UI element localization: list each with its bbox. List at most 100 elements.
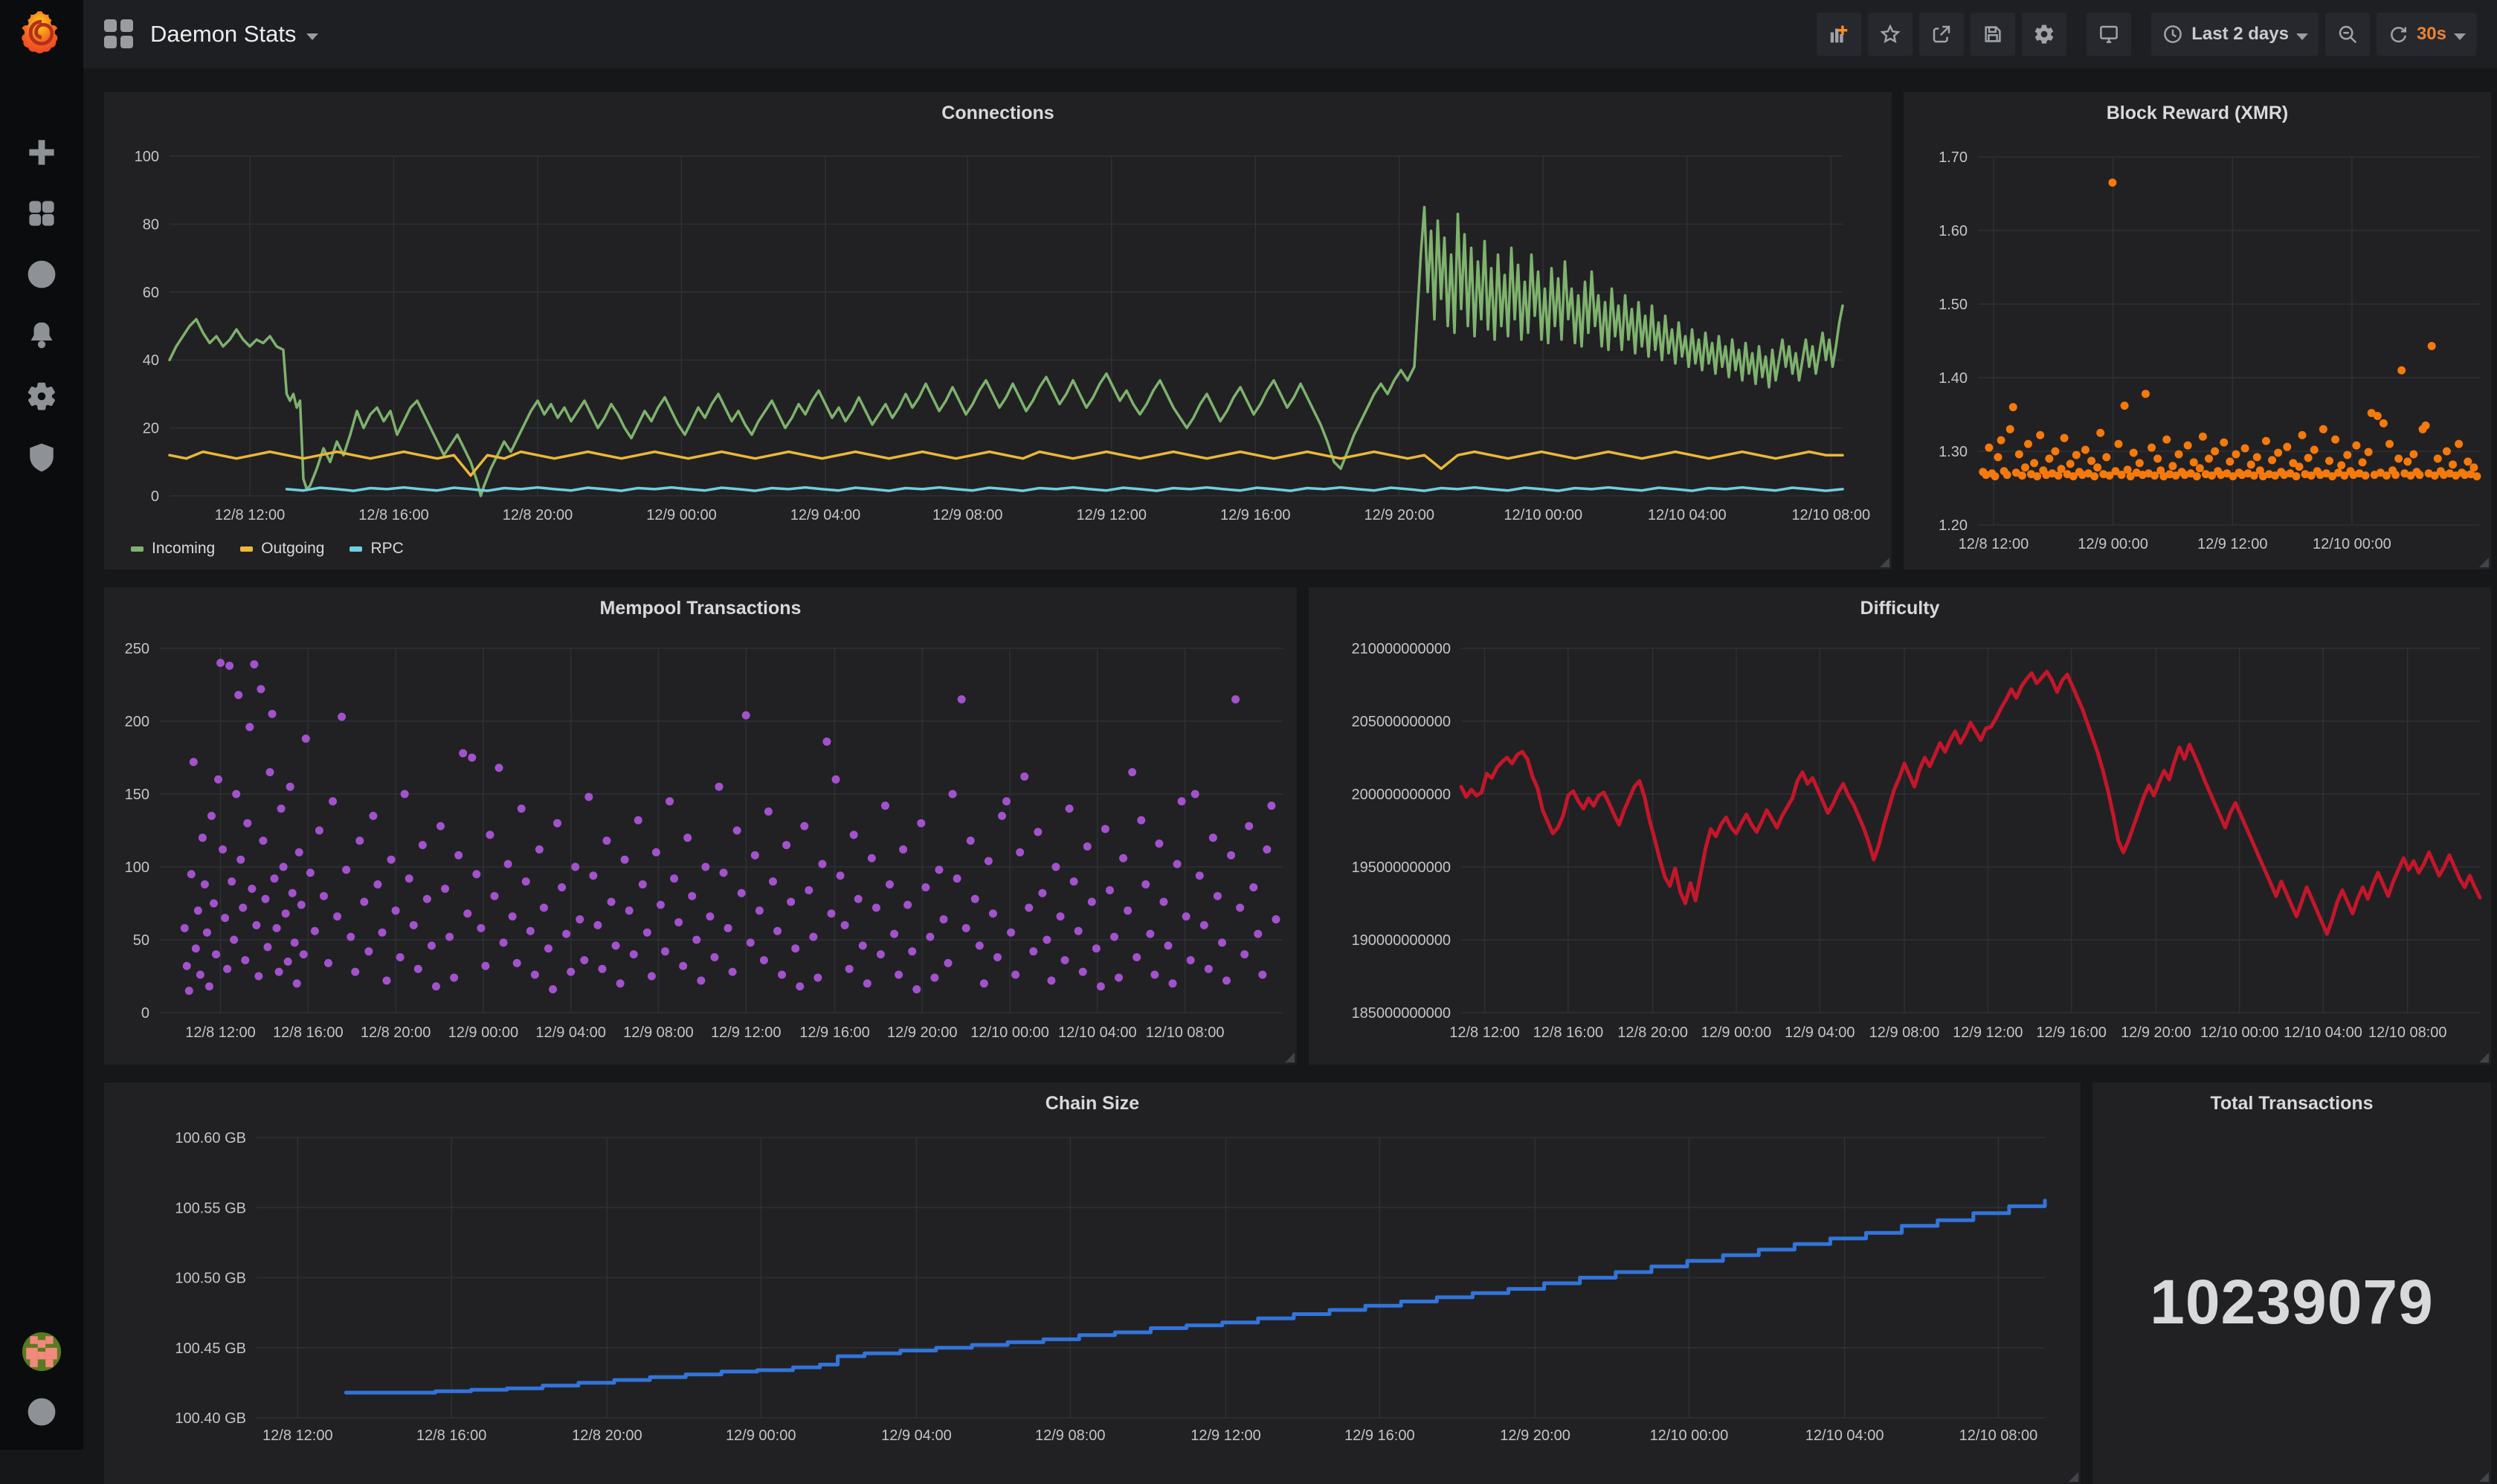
svg-text:12/9 08:00: 12/9 08:00: [1869, 1025, 1940, 1041]
svg-text:80: 80: [143, 216, 159, 233]
chevron-down-icon: [306, 33, 318, 40]
panel-title[interactable]: Block Reward (XMR): [1904, 103, 2491, 124]
legend-item-outgoing[interactable]: Outgoing: [240, 540, 324, 558]
svg-text:12/8 12:00: 12/8 12:00: [215, 507, 286, 523]
panel-title[interactable]: Chain Size: [104, 1093, 2081, 1114]
save-button[interactable]: [1971, 13, 2015, 56]
sidebar: ?: [0, 0, 83, 1450]
svg-text:12/10 04:00: 12/10 04:00: [1648, 507, 1727, 523]
panel-title[interactable]: Connections: [104, 103, 1892, 124]
legend-item-incoming[interactable]: Incoming: [131, 540, 215, 558]
svg-text:12/8 20:00: 12/8 20:00: [503, 507, 573, 523]
panel-title[interactable]: Difficulty: [1309, 598, 2491, 619]
add-panel-button[interactable]: [1817, 13, 1861, 56]
avatar[interactable]: [22, 1332, 61, 1371]
svg-text:12/8 12:00: 12/8 12:00: [185, 1025, 256, 1041]
zoom-out-button[interactable]: [2325, 13, 2370, 56]
legend-item-rpc[interactable]: RPC: [349, 540, 403, 558]
svg-text:12/8 20:00: 12/8 20:00: [572, 1427, 642, 1444]
svg-text:12/10 08:00: 12/10 08:00: [2368, 1025, 2447, 1041]
share-button[interactable]: [1919, 13, 1964, 56]
svg-text:12/10 00:00: 12/10 00:00: [970, 1025, 1049, 1041]
svg-text:12/9 20:00: 12/9 20:00: [1364, 507, 1434, 523]
svg-text:12/10 04:00: 12/10 04:00: [2284, 1025, 2362, 1041]
svg-text:12/9 12:00: 12/9 12:00: [1953, 1025, 2023, 1041]
connections-legend: Incoming Outgoing RPC: [131, 540, 404, 558]
svg-text:195000000000: 195000000000: [1352, 859, 1451, 876]
svg-text:210000000000: 210000000000: [1352, 641, 1451, 657]
star-button[interactable]: [1868, 13, 1913, 56]
svg-text:12/9 16:00: 12/9 16:00: [799, 1025, 870, 1041]
top-nav: Daemon Stats Last 2 days: [83, 0, 2497, 68]
svg-text:12/9 04:00: 12/9 04:00: [535, 1025, 606, 1041]
time-range-label: Last 2 days: [2191, 24, 2289, 45]
svg-text:1.70: 1.70: [1939, 149, 1968, 166]
svg-text:150: 150: [125, 787, 149, 803]
time-range-picker[interactable]: Last 2 days: [2151, 13, 2319, 56]
difficulty-chart[interactable]: 12/8 12:0012/8 16:0012/8 20:0012/9 00:00…: [1309, 587, 2491, 1065]
cycle-view-mode-button[interactable]: [2087, 13, 2131, 56]
svg-text:100: 100: [135, 149, 159, 165]
sidebar-menu: [0, 135, 83, 474]
chevron-down-icon: [2296, 33, 2308, 40]
svg-text:12/10 08:00: 12/10 08:00: [1146, 1025, 1225, 1041]
dashboard-settings-button[interactable]: [2022, 13, 2066, 56]
svg-text:12/8 12:00: 12/8 12:00: [1449, 1025, 1520, 1041]
dashboards-icon[interactable]: [25, 196, 59, 230]
svg-text:12/9 04:00: 12/9 04:00: [1785, 1025, 1855, 1041]
svg-text:12/10 00:00: 12/10 00:00: [2313, 536, 2391, 552]
svg-text:0: 0: [141, 1005, 149, 1022]
svg-text:100: 100: [125, 859, 149, 876]
block-reward-chart[interactable]: 12/8 12:0012/9 00:0012/9 12:0012/10 00:0…: [1904, 92, 2491, 570]
refresh-interval-label: 30s: [2417, 24, 2446, 45]
server-admin-shield-icon[interactable]: [25, 440, 59, 474]
svg-text:20: 20: [143, 421, 159, 437]
chevron-down-icon: [2454, 33, 2466, 40]
svg-text:0: 0: [151, 488, 159, 505]
create-icon[interactable]: [25, 135, 59, 170]
svg-text:1.60: 1.60: [1939, 223, 1968, 239]
svg-text:12/8 12:00: 12/8 12:00: [262, 1427, 333, 1444]
mempool-chart[interactable]: 12/8 12:0012/8 16:0012/8 20:0012/9 00:00…: [104, 587, 1297, 1065]
panel-connections: Connections 12/8 12:0012/8 16:0012/8 20:…: [104, 92, 1892, 570]
panel-chain-size: Chain Size 12/8 12:0012/8 16:0012/8 20:0…: [104, 1083, 2081, 1484]
svg-text:12/9 16:00: 12/9 16:00: [1344, 1427, 1415, 1444]
panel-difficulty: Difficulty 12/8 12:0012/8 16:0012/8 20:0…: [1309, 587, 2491, 1065]
svg-text:12/8 20:00: 12/8 20:00: [361, 1025, 431, 1041]
svg-text:12/9 12:00: 12/9 12:00: [1190, 1427, 1261, 1444]
panel-title[interactable]: Mempool Transactions: [104, 598, 1297, 619]
dashboard-title[interactable]: Daemon Stats: [150, 21, 318, 48]
svg-text:12/9 16:00: 12/9 16:00: [2036, 1025, 2107, 1041]
svg-text:12/10 00:00: 12/10 00:00: [2200, 1025, 2279, 1041]
help-icon[interactable]: ?: [25, 1395, 59, 1429]
svg-text:12/9 20:00: 12/9 20:00: [1500, 1427, 1570, 1444]
svg-text:12/10 00:00: 12/10 00:00: [1650, 1427, 1729, 1444]
chain-size-chart[interactable]: 12/8 12:0012/8 16:0012/8 20:0012/9 00:00…: [104, 1083, 2081, 1484]
svg-text:12/9 04:00: 12/9 04:00: [790, 507, 861, 523]
sidebar-footer: ?: [0, 1332, 83, 1429]
refresh-picker[interactable]: 30s: [2377, 13, 2476, 56]
configuration-gear-icon[interactable]: [25, 379, 59, 413]
svg-text:12/10 08:00: 12/10 08:00: [1791, 507, 1870, 523]
alerting-bell-icon[interactable]: [25, 318, 59, 352]
total-transactions-value: 10239079: [2092, 1083, 2491, 1484]
svg-text:12/9 00:00: 12/9 00:00: [2078, 536, 2148, 552]
svg-text:12/8 20:00: 12/8 20:00: [1617, 1025, 1688, 1041]
svg-text:205000000000: 205000000000: [1352, 714, 1451, 730]
explore-compass-icon[interactable]: [25, 257, 59, 291]
grafana-logo[interactable]: [16, 7, 67, 61]
panel-title[interactable]: Total Transactions: [2092, 1093, 2491, 1114]
panel-block-reward: Block Reward (XMR) 12/8 12:0012/9 00:001…: [1904, 92, 2491, 570]
svg-text:12/8 16:00: 12/8 16:00: [358, 507, 429, 523]
svg-text:100.50 GB: 100.50 GB: [175, 1271, 246, 1287]
svg-text:12/9 20:00: 12/9 20:00: [887, 1025, 958, 1041]
svg-text:12/10 04:00: 12/10 04:00: [1058, 1025, 1137, 1041]
svg-text:60: 60: [143, 285, 159, 301]
svg-text:12/9 12:00: 12/9 12:00: [711, 1025, 782, 1041]
svg-text:12/9 00:00: 12/9 00:00: [448, 1025, 519, 1041]
svg-text:12/9 12:00: 12/9 12:00: [2197, 536, 2268, 552]
svg-text:200000000000: 200000000000: [1352, 787, 1451, 803]
connections-chart[interactable]: 12/8 12:0012/8 16:0012/8 20:0012/9 00:00…: [104, 92, 1892, 570]
svg-text:12/9 20:00: 12/9 20:00: [2121, 1025, 2191, 1041]
svg-text:?: ?: [37, 1402, 47, 1422]
